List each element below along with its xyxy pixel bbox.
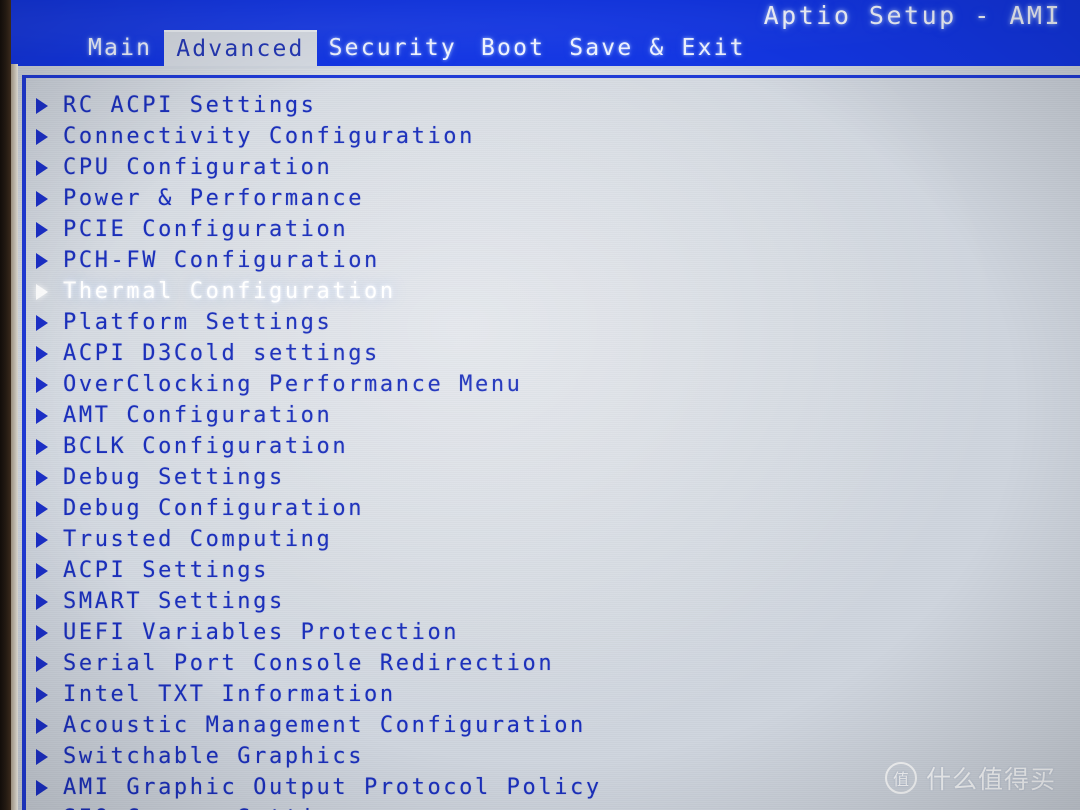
menu-item-label: Trusted Computing bbox=[63, 527, 333, 552]
right-triangle-icon bbox=[33, 438, 63, 455]
right-triangle-icon bbox=[33, 779, 63, 796]
menu-item[interactable]: AMT Configuration bbox=[33, 400, 1063, 431]
menu-item[interactable]: Connectivity Configuration bbox=[33, 121, 1063, 152]
menu-item[interactable]: Debug Configuration bbox=[33, 493, 1063, 524]
menu-item-label: Debug Configuration bbox=[63, 496, 365, 521]
right-triangle-icon bbox=[33, 748, 63, 765]
advanced-menu-list[interactable]: RC ACPI Settings Connectivity Configurati… bbox=[33, 90, 1063, 810]
bios-setup-screen: Aptio Setup - AMI Main Advanced Security Bo… bbox=[0, 0, 1080, 810]
menu-item-label: RC ACPI Settings bbox=[63, 93, 317, 118]
tab-advanced[interactable]: Advanced bbox=[164, 30, 317, 66]
right-triangle-icon bbox=[33, 283, 63, 300]
right-triangle-icon bbox=[33, 531, 63, 548]
right-triangle-icon bbox=[33, 624, 63, 641]
watermark-badge-icon: 值 bbox=[884, 762, 917, 794]
right-triangle-icon bbox=[33, 252, 63, 269]
menu-item[interactable]: ACPI D3Cold settings bbox=[33, 338, 1063, 369]
monitor-bezel-highlight bbox=[11, 64, 18, 810]
menu-item-label: Platform Settings bbox=[63, 310, 333, 335]
right-triangle-icon bbox=[33, 469, 63, 486]
menu-item-label: Intel TXT Information bbox=[63, 682, 396, 707]
menu-item[interactable]: Serial Port Console Redirection bbox=[33, 648, 1063, 679]
menu-item[interactable]: UEFI Variables Protection bbox=[33, 617, 1063, 648]
menu-item[interactable]: OverClocking Performance Menu bbox=[33, 369, 1063, 400]
menu-item[interactable]: Intel TXT Information bbox=[33, 679, 1063, 710]
menu-item-label: Acoustic Management Configuration bbox=[63, 713, 586, 738]
content-panel: RC ACPI Settings Connectivity Configurati… bbox=[11, 68, 1080, 810]
right-triangle-icon bbox=[33, 686, 63, 703]
right-triangle-icon bbox=[33, 345, 63, 362]
menu-item-label: UEFI Variables Protection bbox=[63, 620, 460, 645]
menu-item-label: Thermal Configuration bbox=[63, 279, 396, 304]
menu-item-label: CPU Configuration bbox=[63, 155, 333, 180]
menu-item-label: Switchable Graphics bbox=[63, 744, 365, 769]
menu-item-label: AMT Configuration bbox=[63, 403, 333, 428]
tab-boot[interactable]: Boot bbox=[469, 30, 557, 66]
menu-item-label: PCIE Configuration bbox=[63, 217, 349, 242]
menu-item-label: ACPI D3Cold settings bbox=[63, 341, 380, 366]
menu-item-label: Connectivity Configuration bbox=[63, 124, 475, 149]
right-triangle-icon bbox=[33, 159, 63, 176]
menu-item[interactable]: Trusted Computing bbox=[33, 524, 1063, 555]
menu-item-label: AMI Graphic Output Protocol Policy bbox=[63, 775, 602, 800]
menu-item-label: ACPI Settings bbox=[63, 558, 269, 583]
menu-item[interactable]: SIO Common Setting bbox=[33, 803, 1063, 810]
menu-item-label: PCH-FW Configuration bbox=[63, 248, 380, 273]
menu-item[interactable]: Acoustic Management Configuration bbox=[33, 710, 1063, 741]
right-triangle-icon bbox=[33, 717, 63, 734]
menu-item[interactable]: RC ACPI Settings bbox=[33, 90, 1063, 121]
app-title: Aptio Setup - AMI bbox=[763, 1, 1062, 30]
tab-save-exit[interactable]: Save & Exit bbox=[557, 30, 758, 66]
right-triangle-icon bbox=[33, 562, 63, 579]
right-triangle-icon bbox=[33, 128, 63, 145]
site-watermark: 值 什么值得买 bbox=[884, 760, 1056, 796]
right-triangle-icon bbox=[33, 97, 63, 114]
tab-main[interactable]: Main bbox=[76, 30, 164, 66]
menu-item[interactable]: PCIE Configuration bbox=[33, 214, 1063, 245]
menu-tab-bar[interactable]: Main Advanced Security Boot Save & Exit bbox=[0, 30, 758, 66]
menu-item[interactable]: ACPI Settings bbox=[33, 555, 1063, 586]
menu-item[interactable]: PCH-FW Configuration bbox=[33, 245, 1063, 276]
menu-item[interactable]: Power & Performance bbox=[33, 183, 1063, 214]
monitor-bezel-left bbox=[0, 0, 11, 810]
menu-item-label: Power & Performance bbox=[63, 186, 365, 211]
menu-item[interactable]: Debug Settings bbox=[33, 462, 1063, 493]
right-triangle-icon bbox=[33, 500, 63, 517]
right-triangle-icon bbox=[33, 593, 63, 610]
right-triangle-icon bbox=[33, 190, 63, 207]
menu-item[interactable]: Thermal Configuration bbox=[33, 276, 1063, 307]
right-triangle-icon bbox=[33, 376, 63, 393]
right-triangle-icon bbox=[33, 407, 63, 424]
menu-item[interactable]: BCLK Configuration bbox=[33, 431, 1063, 462]
menu-item[interactable]: Platform Settings bbox=[33, 307, 1063, 338]
menu-item-label: Debug Settings bbox=[63, 465, 285, 490]
menu-item[interactable]: SMART Settings bbox=[33, 586, 1063, 617]
watermark-text: 什么值得买 bbox=[925, 765, 1056, 794]
right-triangle-icon bbox=[33, 655, 63, 672]
menu-item-label: Serial Port Console Redirection bbox=[63, 651, 555, 676]
menu-item-label: OverClocking Performance Menu bbox=[63, 372, 523, 397]
menu-item-label: SIO Common Setting bbox=[63, 806, 348, 810]
right-triangle-icon bbox=[33, 221, 63, 238]
menu-item[interactable]: CPU Configuration bbox=[33, 152, 1063, 183]
menu-item-label: SMART Settings bbox=[63, 589, 285, 614]
right-triangle-icon bbox=[33, 314, 63, 331]
menu-item-label: BCLK Configuration bbox=[63, 434, 349, 459]
tab-security[interactable]: Security bbox=[317, 30, 469, 66]
